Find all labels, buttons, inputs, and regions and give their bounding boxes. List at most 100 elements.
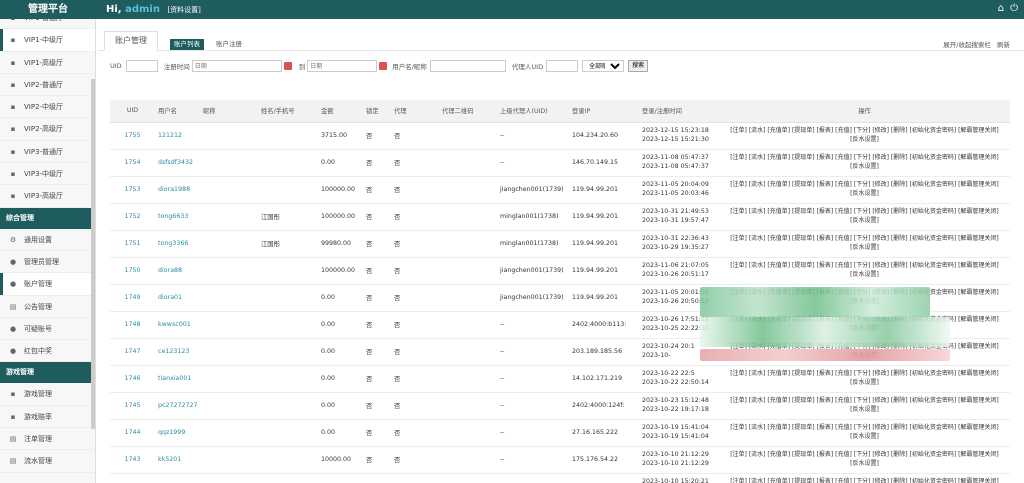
row-action-links[interactable]: [注单] [流水] [充值单] [提现单] [报表] [充值] [下分] [修改… bbox=[722, 208, 1007, 217]
cell-username[interactable]: pc27272727 bbox=[155, 392, 200, 420]
cell-username[interactable]: ce123123 bbox=[155, 338, 200, 366]
toggle-search-link[interactable]: 展开/收起搜索栏 bbox=[943, 41, 991, 49]
cell-username[interactable]: 121212 bbox=[155, 122, 200, 150]
cell-uid[interactable]: 1755 bbox=[110, 122, 155, 150]
sidebar-scrollbar[interactable] bbox=[91, 79, 95, 429]
cell-username[interactable]: diora5188 bbox=[155, 473, 200, 483]
rebate-settings-link[interactable]: [反水设置] bbox=[722, 163, 1007, 172]
tab-account-list[interactable]: 账户列表 bbox=[170, 39, 204, 50]
cell-username[interactable]: kk5201 bbox=[155, 446, 200, 474]
row-action-links[interactable]: [注单] [流水] [充值单] [提现单] [报表] [充值] [下分] [修改… bbox=[722, 181, 1007, 190]
cell-time: 2023-10-10 15:20:212023-10-10 15:20:21 bbox=[639, 473, 719, 483]
cell-uid[interactable]: 1744 bbox=[110, 419, 155, 447]
cell-ip: 27.16.165.222 bbox=[569, 419, 639, 447]
sidebar-item[interactable]: ▪ 游戏赔率 bbox=[0, 406, 95, 429]
cell-username[interactable]: diora01 bbox=[155, 284, 200, 312]
sidebar-item[interactable]: ▤ 流水管理 bbox=[0, 450, 95, 473]
power-icon[interactable]: ⏻ bbox=[1010, 3, 1018, 14]
profile-settings-link[interactable]: [资料设置] bbox=[167, 6, 200, 14]
rebate-settings-link[interactable]: [反水设置] bbox=[722, 379, 1007, 388]
rebate-settings-link[interactable]: [反水设置] bbox=[722, 433, 1007, 442]
agent-uid-input[interactable] bbox=[546, 60, 579, 72]
refresh-link[interactable]: 刷新 bbox=[997, 41, 1010, 49]
sidebar-item[interactable]: ⚙ 通用设置 bbox=[0, 229, 95, 251]
sidebar-item[interactable]: ▪ 游戏管理 bbox=[0, 383, 95, 406]
sidebar-item[interactable]: ▪ VIP3-中级厅 bbox=[0, 163, 95, 186]
cell-username[interactable]: dsfsdf3432 bbox=[155, 149, 200, 177]
sidebar-item[interactable]: ▪ VIP2-普通厅 bbox=[0, 74, 95, 97]
cell-uid[interactable]: 1753 bbox=[110, 176, 155, 204]
end-date-input[interactable] bbox=[307, 60, 378, 72]
rebate-settings-link[interactable]: [反水设置] bbox=[722, 271, 1007, 280]
tab-account-register[interactable]: 账户注册 bbox=[212, 39, 246, 50]
sidebar-item[interactable]: ● 管理员管理 bbox=[0, 251, 95, 274]
cell-uid[interactable]: 1743 bbox=[110, 446, 155, 474]
row-action-links[interactable]: [注单] [流水] [充值单] [提现单] [报表] [充值] [下分] [修改… bbox=[722, 262, 1007, 271]
tab-account-management[interactable]: 账户管理 bbox=[104, 31, 158, 51]
column-header: 登录IP bbox=[569, 100, 639, 123]
sidebar-item[interactable]: ▪ VIP1-高级厅 bbox=[0, 52, 95, 74]
cell-uid[interactable]: 1752 bbox=[110, 203, 155, 231]
home-icon[interactable]: ⌂ bbox=[998, 3, 1004, 14]
cell-locked: 否 bbox=[363, 176, 391, 204]
rebate-settings-link[interactable]: [反水设置] bbox=[722, 406, 1007, 415]
sidebar-item-label: 可疑账号 bbox=[24, 324, 52, 333]
cell-username[interactable]: tianxia001 bbox=[155, 365, 200, 393]
cell-uid[interactable]: 1746 bbox=[110, 365, 155, 393]
row-action-links[interactable]: [注单] [流水] [充值单] [提现单] [报表] [充值] [下分] [修改… bbox=[722, 451, 1007, 460]
cell-uid[interactable]: 1742 bbox=[110, 473, 155, 483]
cell-agent-qrcode bbox=[439, 311, 497, 339]
sidebar-item[interactable]: ▪ VIP1-普通厅 bbox=[0, 19, 95, 30]
cell-uid[interactable]: 1754 bbox=[110, 149, 155, 177]
row-action-links[interactable]: [注单] [流水] [充值单] [提现单] [报表] [充值] [下分] [修改… bbox=[722, 370, 1007, 379]
calendar-icon[interactable] bbox=[379, 62, 388, 70]
sidebar-item[interactable]: ▤ 注单管理 bbox=[0, 428, 95, 451]
grid-icon: ▪ bbox=[10, 147, 16, 156]
cell-uid[interactable]: 1749 bbox=[110, 284, 155, 312]
tabs-bar: 账户管理 账户列表 账户注册 展开/收起搜索栏 刷新 bbox=[98, 19, 1024, 51]
cell-username[interactable]: qqz1999 bbox=[155, 419, 200, 447]
cell-uid[interactable]: 1751 bbox=[110, 230, 155, 258]
rebate-settings-link[interactable]: [反水设置] bbox=[722, 244, 1007, 253]
login-time: 2023-10-22 22:5 bbox=[642, 370, 695, 377]
grid-icon: ▪ bbox=[10, 390, 16, 399]
user-icon: ● bbox=[9, 347, 17, 356]
sidebar-item[interactable]: ● 可疑账号 bbox=[0, 318, 95, 341]
sidebar-item[interactable]: ▪ VIP3-高级厅 bbox=[0, 185, 95, 208]
row-action-links[interactable]: [注单] [流水] [充值单] [提现单] [报表] [充值] [下分] [修改… bbox=[722, 154, 1007, 163]
rebate-settings-link[interactable]: [反水设置] bbox=[722, 190, 1007, 199]
cell-username[interactable]: kwwsc001 bbox=[155, 311, 200, 339]
cell-uid[interactable]: 1745 bbox=[110, 392, 155, 420]
name-input[interactable] bbox=[429, 60, 506, 72]
rebate-settings-link[interactable]: [反水设置] bbox=[722, 217, 1007, 226]
row-action-links[interactable]: [注单] [流水] [充值单] [提现单] [报表] [充值] [下分] [修改… bbox=[722, 424, 1007, 433]
cell-username[interactable]: tong6633 bbox=[155, 203, 200, 231]
cell-uid[interactable]: 1748 bbox=[110, 311, 155, 339]
uid-input[interactable] bbox=[125, 60, 158, 72]
cell-username[interactable]: diora1988 bbox=[155, 176, 200, 204]
row-action-links[interactable]: [注单] [流水] [充值单] [提现单] [报表] [充值] [下分] [修改… bbox=[722, 478, 1007, 483]
sidebar-item[interactable]: ▪ VIP2-高级厅 bbox=[0, 118, 95, 141]
sidebar-item[interactable]: ▪ VIP3-普通厅 bbox=[0, 141, 95, 164]
sidebar-item[interactable]: ● 账户管理 bbox=[0, 273, 95, 296]
cell-username[interactable]: diora88 bbox=[155, 257, 200, 285]
calendar-icon[interactable] bbox=[283, 62, 292, 70]
start-date-input[interactable] bbox=[191, 60, 282, 72]
sidebar-item[interactable]: ● 红包中奖 bbox=[0, 340, 95, 363]
sidebar-item[interactable]: ▤ 公告管理 bbox=[0, 296, 95, 318]
row-action-links[interactable]: [注单] [流水] [充值单] [提现单] [报表] [充值] [下分] [修改… bbox=[722, 397, 1007, 406]
cell-uid[interactable]: 1750 bbox=[110, 257, 155, 285]
sidebar-item[interactable]: ▪ VIP2-中级厅 bbox=[0, 96, 95, 119]
cell-uid[interactable]: 1747 bbox=[110, 338, 155, 366]
account-type-select[interactable]: 全部账户 bbox=[582, 60, 625, 72]
search-button[interactable]: 搜索 bbox=[628, 60, 649, 72]
register-time: 2023-10-22 19:17:18 bbox=[642, 405, 709, 413]
sidebar-item[interactable]: ▪ VIP1-中级厅 bbox=[0, 29, 95, 52]
cell-username[interactable]: tong3366 bbox=[155, 230, 200, 258]
cell-agent: 否 bbox=[391, 338, 439, 366]
row-action-links[interactable]: [注单] [流水] [充值单] [提现单] [报表] [充值] [下分] [修改… bbox=[722, 127, 1007, 136]
row-action-links[interactable]: [注单] [流水] [充值单] [提现单] [报表] [充值] [下分] [修改… bbox=[722, 235, 1007, 244]
rebate-settings-link[interactable]: [反水设置] bbox=[722, 460, 1007, 469]
register-time: 2023-10-19 15:41:04 bbox=[642, 432, 709, 440]
rebate-settings-link[interactable]: [反水设置] bbox=[722, 136, 1007, 145]
